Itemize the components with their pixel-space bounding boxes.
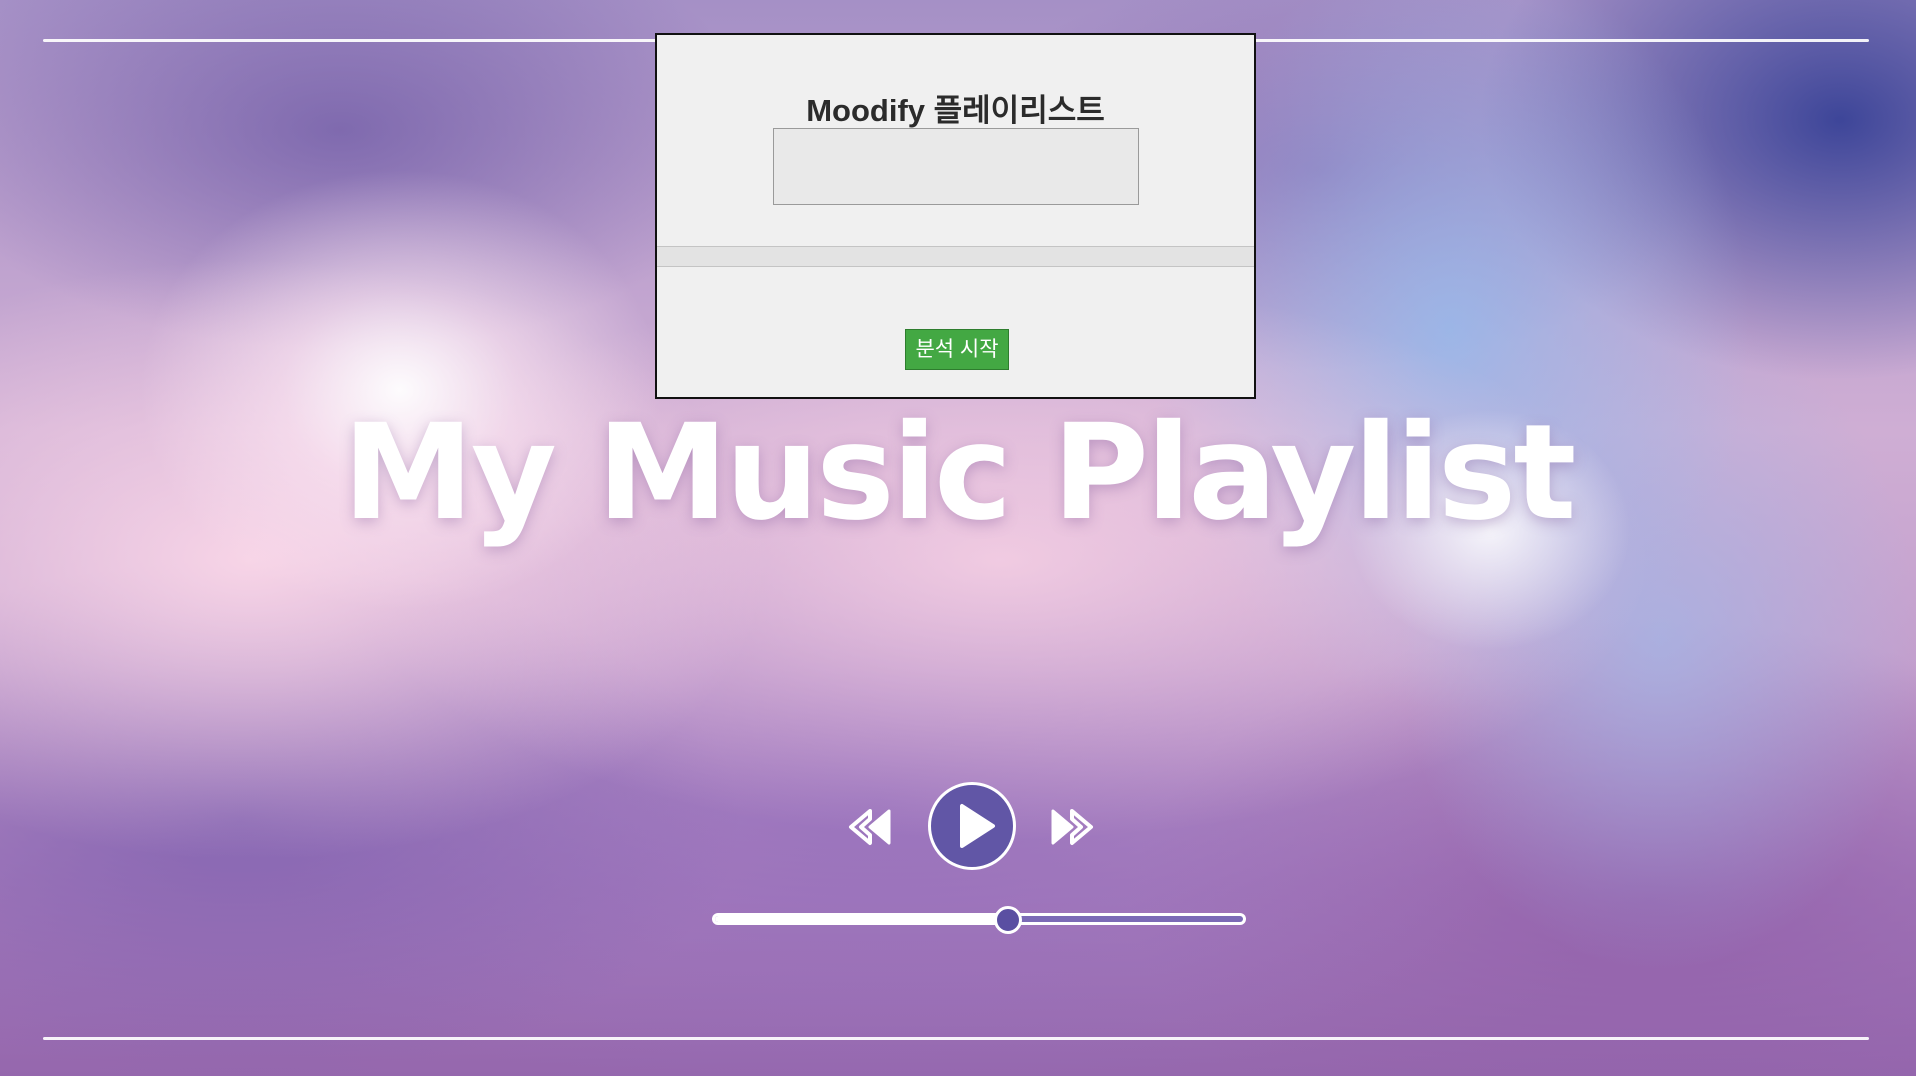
rewind-icon bbox=[849, 809, 891, 845]
slider-thumb[interactable] bbox=[994, 906, 1023, 934]
slider-track bbox=[712, 913, 1246, 925]
app-page: Moodify 플레이리스트 분석 시작 My Music Playlist bbox=[0, 0, 1916, 1076]
slider-fill bbox=[715, 916, 1009, 922]
dialog-title: Moodify 플레이리스트 bbox=[806, 93, 1105, 128]
playlist-title: My Music Playlist bbox=[342, 396, 1577, 550]
previous-track-button[interactable] bbox=[848, 808, 894, 846]
play-button[interactable] bbox=[928, 782, 1016, 870]
slider-track-remaining bbox=[715, 916, 1243, 922]
bottom-divider-line bbox=[43, 1037, 1869, 1040]
fast-forward-icon bbox=[1051, 809, 1093, 845]
mood-text-input[interactable] bbox=[773, 128, 1139, 205]
progress-slider[interactable] bbox=[712, 906, 1246, 934]
moodify-dialog: Moodify 플레이리스트 분석 시작 bbox=[655, 33, 1256, 399]
dialog-divider bbox=[657, 246, 1254, 267]
next-track-button[interactable] bbox=[1048, 808, 1094, 846]
start-analysis-button[interactable]: 분석 시작 bbox=[905, 329, 1009, 370]
play-icon bbox=[960, 804, 995, 848]
